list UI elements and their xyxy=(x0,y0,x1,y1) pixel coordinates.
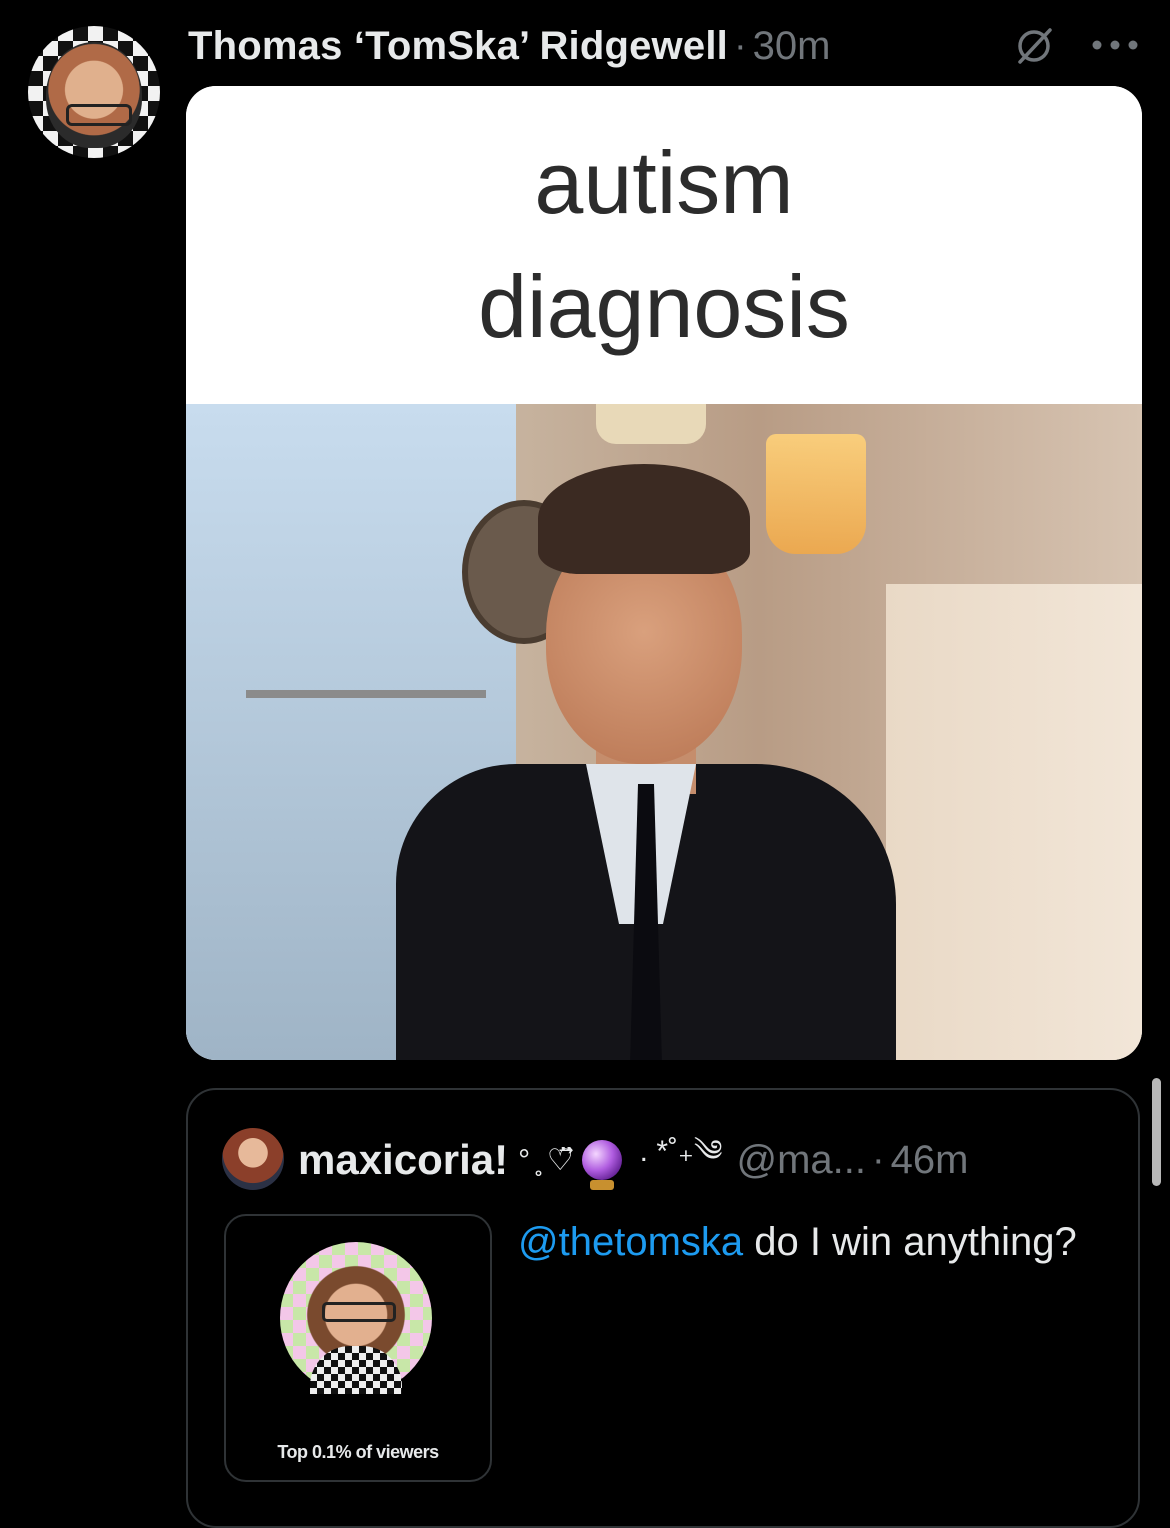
card-avatar-jacket xyxy=(310,1346,402,1394)
post-time[interactable]: 30m xyxy=(753,24,831,69)
photo-shelf xyxy=(246,690,486,698)
quoted-author-name[interactable]: maxicoria! xyxy=(298,1136,508,1184)
quoted-post[interactable]: maxicoria! ° ̥ ♡̈⃗ . *˚₊༄ @ma... · 46m T… xyxy=(186,1088,1140,1528)
quoted-text-body: do I win anything? xyxy=(743,1220,1077,1264)
quoted-name-decoration: . *˚₊༄ xyxy=(639,1135,723,1168)
meme-caption: autism diagnosis xyxy=(186,86,1142,404)
photo-person-hair xyxy=(538,464,750,574)
photo-lamp xyxy=(766,434,866,554)
crystal-ball-icon xyxy=(581,1140,622,1190)
meme-caption-line-1: autism xyxy=(534,133,794,232)
meme-photo xyxy=(186,404,1142,1060)
card-label: Top 0.1% of viewers xyxy=(277,1442,439,1462)
post-header: Thomas ‘TomSka’ Ridgewell · 30m xyxy=(188,18,830,74)
meme-caption-line-2: diagnosis xyxy=(478,257,850,356)
avatar-glasses xyxy=(66,104,132,126)
photo-door xyxy=(886,584,1142,1060)
card-avatar-glasses xyxy=(322,1302,396,1322)
mention-link[interactable]: @thetomska xyxy=(518,1220,743,1264)
grok-icon[interactable] xyxy=(1012,24,1056,68)
author-avatar[interactable] xyxy=(28,26,160,158)
photo-lamp xyxy=(596,404,706,444)
scrollbar[interactable] xyxy=(1152,1078,1161,1186)
avatar-face xyxy=(46,42,142,148)
quoted-separator: · xyxy=(872,1138,885,1181)
quoted-text: @thetomska do I win anything? xyxy=(518,1214,1078,1270)
author-name[interactable]: Thomas ‘TomSka’ Ridgewell xyxy=(188,24,728,69)
quoted-author-avatar[interactable] xyxy=(222,1128,284,1190)
header-separator: · xyxy=(733,24,747,67)
quoted-name-decoration: ° ̥ ♡̈⃗ xyxy=(518,1143,574,1177)
quoted-time[interactable]: 46m xyxy=(891,1138,969,1183)
quoted-media-card[interactable]: Top 0.1% of viewers xyxy=(224,1214,492,1482)
quoted-header: maxicoria! ° ̥ ♡̈⃗ . *˚₊༄ @ma... · 46m xyxy=(298,1130,968,1190)
post-media[interactable]: autism diagnosis xyxy=(186,86,1142,1060)
more-icon[interactable] xyxy=(1090,38,1140,52)
card-avatar xyxy=(280,1242,432,1394)
quoted-handle[interactable]: @ma... xyxy=(737,1138,867,1183)
